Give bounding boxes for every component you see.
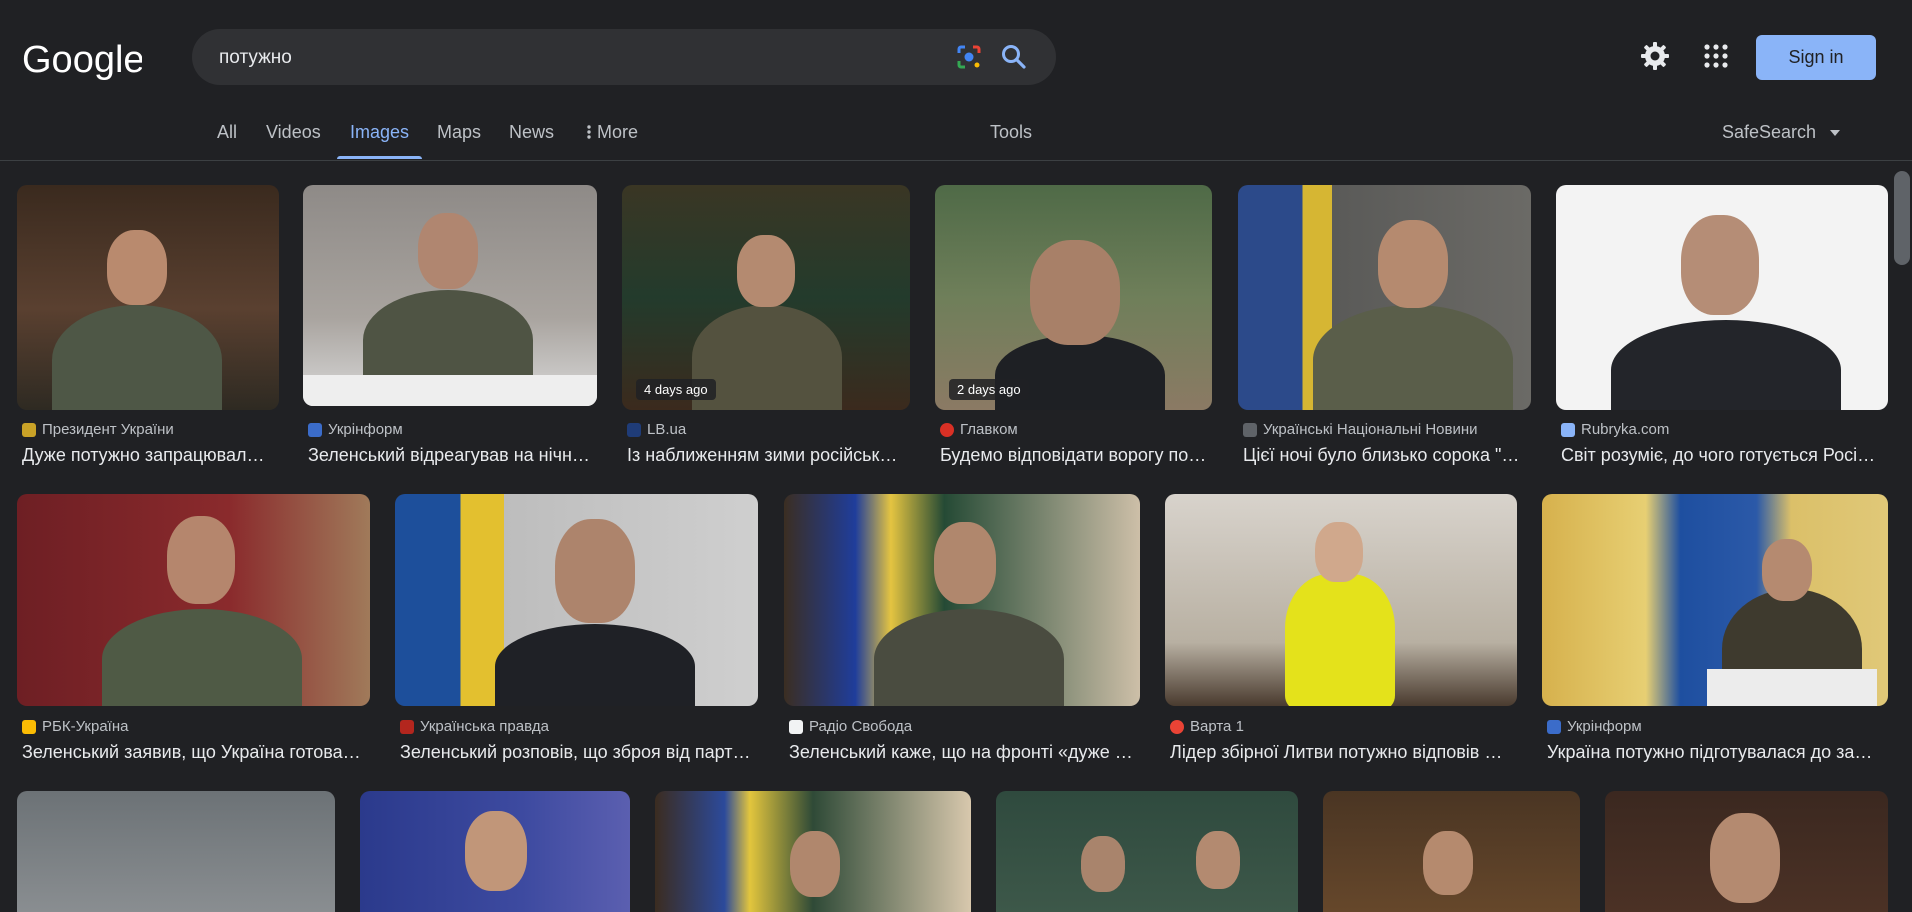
result-thumbnail[interactable]	[17, 494, 370, 706]
result-source-name: Президент України	[42, 421, 174, 438]
result-source-name: Укрінформ	[328, 421, 403, 438]
source-favicon-icon	[940, 422, 954, 437]
result-source: Українські Національні Новини	[1243, 421, 1478, 438]
result-thumbnail[interactable]: 4 days ago	[622, 185, 910, 410]
tools-button[interactable]: Tools	[990, 122, 1032, 143]
safesearch-label: SafeSearch	[1722, 122, 1817, 142]
svg-text:Google: Google	[22, 39, 142, 81]
dropdown-caret-icon	[1830, 130, 1841, 137]
result-thumbnail[interactable]	[1556, 185, 1888, 410]
source-favicon-icon	[627, 422, 641, 437]
result-source-name: Главком	[960, 421, 1018, 438]
result-thumbnail[interactable]	[1605, 791, 1888, 912]
source-favicon-icon	[1170, 719, 1184, 734]
result-thumbnail[interactable]	[996, 791, 1298, 912]
source-favicon-icon	[1561, 422, 1575, 437]
result-source: Президент України	[22, 421, 174, 438]
result-source-name: LB.ua	[647, 421, 687, 438]
result-thumbnail[interactable]	[1323, 791, 1580, 912]
result-source: Rubryka.com	[1561, 421, 1669, 438]
result-thumbnail[interactable]	[1165, 494, 1517, 706]
result-source-name: Rubryka.com	[1581, 421, 1670, 438]
tab-all[interactable]: All	[217, 122, 237, 143]
result-title[interactable]: Цієї ночі було близько сорока "…	[1243, 445, 1531, 466]
result-thumbnail[interactable]	[17, 185, 279, 410]
tab-maps[interactable]: Maps	[437, 122, 481, 143]
header: Google потужно Sign in All Videos Images…	[0, 0, 1912, 161]
search-input[interactable]	[217, 29, 921, 87]
result-thumbnail[interactable]	[1542, 494, 1888, 706]
tab-news[interactable]: News	[509, 122, 554, 143]
tab-videos[interactable]: Videos	[266, 122, 321, 143]
result-title[interactable]: Зеленський заявив, що Україна готова…	[22, 742, 367, 763]
scrollbar-thumb[interactable]	[1894, 171, 1910, 265]
search-tabs: All Videos Images Maps News More Tools S…	[0, 108, 1912, 161]
settings-gear-icon[interactable]	[1640, 41, 1670, 71]
result-title[interactable]: Зеленський відреагував на нічн…	[308, 445, 598, 466]
google-apps-icon[interactable]	[1704, 44, 1728, 68]
source-favicon-icon	[22, 719, 36, 734]
result-thumbnail[interactable]	[360, 791, 630, 912]
source-favicon-icon	[1547, 719, 1561, 734]
result-source: Укрінформ	[308, 421, 403, 438]
result-source-name: Українські Національні Новини	[1263, 421, 1478, 438]
result-source-name: РБК-Україна	[42, 718, 129, 735]
result-title[interactable]: Світ розуміє, до чого готується Росі…	[1561, 445, 1876, 466]
result-title[interactable]: Зеленський розповів, що зброя від парт…	[400, 742, 755, 763]
safesearch-dropdown[interactable]: SafeSearch	[1722, 122, 1841, 143]
result-thumbnail[interactable]	[303, 185, 597, 406]
image-results-grid: Президент України Дуже потужно запрацюва…	[0, 161, 1890, 912]
result-source: РБК-Україна	[22, 718, 128, 735]
google-logo[interactable]: Google	[22, 36, 142, 82]
search-icon[interactable]	[1000, 43, 1028, 71]
source-favicon-icon	[22, 422, 36, 437]
result-source-name: Варта 1	[1190, 718, 1244, 735]
sign-in-button[interactable]: Sign in	[1756, 35, 1876, 80]
scrollbar[interactable]	[1890, 161, 1912, 912]
result-title[interactable]: Україна потужно підготувалася до за…	[1547, 742, 1877, 763]
tab-more[interactable]: More	[586, 122, 638, 143]
result-source: LB.ua	[627, 421, 686, 438]
result-date-badge: 4 days ago	[636, 379, 716, 400]
result-source: Варта 1	[1170, 718, 1244, 735]
result-source-name: Радіо Свобода	[809, 718, 913, 735]
result-source: Радіо Свобода	[789, 718, 912, 735]
tab-images[interactable]: Images	[350, 122, 409, 143]
result-thumbnail[interactable]	[17, 791, 335, 912]
result-thumbnail[interactable]: 2 days ago	[935, 185, 1212, 410]
result-source: Главком	[940, 421, 1018, 438]
result-thumbnail[interactable]	[1238, 185, 1531, 410]
search-box	[192, 29, 1056, 87]
google-lens-icon[interactable]	[956, 44, 982, 70]
result-title[interactable]: Лідер збірної Литви потужно відповів …	[1170, 742, 1515, 763]
tab-more-label: More	[597, 122, 639, 142]
result-thumbnail[interactable]	[395, 494, 758, 706]
source-favicon-icon	[308, 422, 322, 437]
result-source-name: Українська правда	[420, 718, 549, 735]
active-tab-indicator	[337, 156, 422, 159]
result-source: Укрінформ	[1547, 718, 1642, 735]
more-vert-icon	[587, 125, 591, 139]
source-favicon-icon	[789, 719, 803, 734]
result-title[interactable]: Будемо відповідати ворогу по…	[940, 445, 1212, 466]
result-thumbnail[interactable]	[784, 494, 1140, 706]
source-favicon-icon	[1243, 422, 1257, 437]
result-thumbnail[interactable]	[655, 791, 971, 912]
result-title[interactable]: Із наближенням зими російськ…	[627, 445, 912, 466]
result-date-badge: 2 days ago	[949, 379, 1029, 400]
result-title[interactable]: Зеленський каже, що на фронті «дуже …	[789, 742, 1139, 763]
result-source-name: Укрінформ	[1567, 718, 1642, 735]
result-source: Українська правда	[400, 718, 549, 735]
source-favicon-icon	[400, 719, 414, 734]
result-title[interactable]: Дуже потужно запрацювал…	[22, 445, 277, 466]
